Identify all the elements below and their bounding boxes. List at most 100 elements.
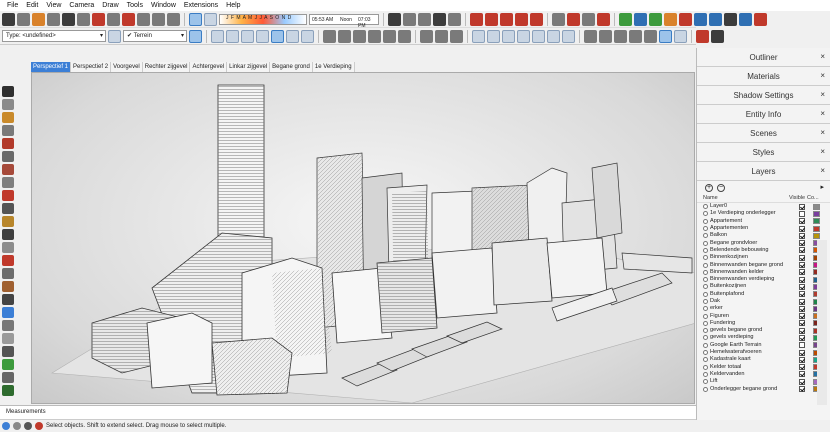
layer-select[interactable]: ✔ Terrein ▾ xyxy=(123,30,187,42)
menu-draw[interactable]: Draw xyxy=(98,0,122,11)
layer-row[interactable]: Dak xyxy=(703,298,830,305)
visible-checkbox[interactable] xyxy=(799,225,805,232)
layer-color-swatch[interactable] xyxy=(813,232,820,239)
circle-icon[interactable] xyxy=(2,190,14,201)
scene-tab[interactable]: 1e Verdieping xyxy=(312,62,355,72)
layer-row[interactable]: Layer0 xyxy=(703,203,830,210)
panel-head-outliner[interactable]: Outliner × xyxy=(697,48,830,67)
active-layer-radio[interactable] xyxy=(703,335,708,341)
active-layer-radio[interactable] xyxy=(703,320,708,326)
select-tool-icon[interactable] xyxy=(2,12,15,26)
visible-checkbox[interactable] xyxy=(799,218,805,225)
active-layer-radio[interactable] xyxy=(703,233,708,239)
active-layer-radio[interactable] xyxy=(703,269,708,275)
scene-tab[interactable]: Perspectief 2 xyxy=(71,62,112,72)
display-section-icon[interactable] xyxy=(435,29,448,43)
shadow-toggle-icon[interactable] xyxy=(189,12,202,26)
shadow-date-slider[interactable]: J F M A M J J A S O N D xyxy=(219,13,307,25)
close-icon[interactable]: × xyxy=(820,166,825,175)
ruby-icon[interactable] xyxy=(754,12,767,26)
layer-row[interactable]: Keldervanden xyxy=(703,371,830,378)
scene-tab[interactable]: Voorgevel xyxy=(111,62,143,72)
solid-trim-icon[interactable] xyxy=(515,12,528,26)
rotated-rect-icon[interactable] xyxy=(2,177,14,188)
component-icon[interactable] xyxy=(388,12,401,26)
active-layer-radio[interactable] xyxy=(703,277,708,283)
eraser-icon[interactable] xyxy=(2,125,14,136)
match-photo-icon[interactable] xyxy=(696,29,709,43)
layer-pick-icon[interactable] xyxy=(108,29,121,43)
menu-view[interactable]: View xyxy=(42,0,65,11)
layer-row[interactable]: Hemelwaterafvoeren xyxy=(703,349,830,356)
measurements-box[interactable]: Measurements xyxy=(0,405,696,419)
visible-checkbox[interactable] xyxy=(799,269,805,276)
pin-icon[interactable] xyxy=(711,29,724,43)
close-icon[interactable]: × xyxy=(820,109,825,118)
model-viewport[interactable] xyxy=(31,72,695,404)
active-layer-radio[interactable] xyxy=(703,379,708,385)
add-location-icon[interactable] xyxy=(619,12,632,26)
active-layer-radio[interactable] xyxy=(703,371,708,377)
visible-checkbox[interactable] xyxy=(799,283,805,290)
tape-measure-icon[interactable] xyxy=(167,12,180,26)
offset-icon[interactable] xyxy=(2,307,14,318)
active-layer-radio[interactable] xyxy=(703,211,708,217)
rectangle-icon[interactable] xyxy=(2,164,14,175)
protractor-icon[interactable] xyxy=(614,29,627,43)
geo-terrain-icon[interactable] xyxy=(634,12,647,26)
select-icon[interactable] xyxy=(2,86,14,97)
sandbox-icon[interactable] xyxy=(552,12,565,26)
add-layer-icon[interactable]: + xyxy=(705,184,713,192)
visible-checkbox[interactable] xyxy=(799,349,805,356)
camera-position-icon[interactable] xyxy=(472,29,485,43)
visible-checkbox[interactable] xyxy=(799,356,805,363)
style-builder-icon[interactable] xyxy=(448,12,461,26)
shadow-time-slider[interactable]: 05:53 AM Noon 07:03 PM xyxy=(309,13,379,29)
outer-shell-icon[interactable] xyxy=(567,12,580,26)
arc-icon[interactable] xyxy=(77,12,90,26)
panel-head-entity-info[interactable]: Entity Info × xyxy=(697,105,830,124)
rotate-icon[interactable] xyxy=(122,12,135,26)
menu-window[interactable]: Window xyxy=(147,0,180,11)
layer-row[interactable]: Google Earth Terrain xyxy=(703,342,830,349)
offset-icon[interactable] xyxy=(152,12,165,26)
visible-checkbox[interactable] xyxy=(799,210,805,217)
entity-type-select[interactable]: Type: <undefined> ▾ xyxy=(2,30,106,42)
freehand-icon[interactable] xyxy=(2,151,14,162)
layout-icon[interactable] xyxy=(433,12,446,26)
text-icon[interactable] xyxy=(629,29,642,43)
visible-checkbox[interactable] xyxy=(799,232,805,239)
layer-details-icon[interactable]: ▸ xyxy=(820,183,824,191)
active-layer-radio[interactable] xyxy=(703,299,708,304)
paint-bucket-icon[interactable] xyxy=(32,12,45,26)
shaded-icon[interactable] xyxy=(271,29,284,43)
visible-checkbox[interactable] xyxy=(799,254,805,261)
front-view-icon[interactable] xyxy=(353,29,366,43)
zoom-icon[interactable] xyxy=(2,372,14,383)
visible-checkbox[interactable] xyxy=(799,305,805,312)
active-layer-radio[interactable] xyxy=(703,313,708,319)
panel-head-layers[interactable]: Layers × xyxy=(697,162,830,181)
protractor-icon[interactable] xyxy=(2,333,14,344)
layers-scrollbar[interactable] xyxy=(817,240,827,405)
visible-checkbox[interactable] xyxy=(799,386,805,393)
zoom-window-icon[interactable] xyxy=(517,29,530,43)
layer-row[interactable]: Figuren xyxy=(703,312,830,320)
visible-checkbox[interactable] xyxy=(799,313,805,320)
walk-icon[interactable] xyxy=(487,29,500,43)
col-visible[interactable]: Visible xyxy=(787,195,807,202)
visible-checkbox[interactable] xyxy=(799,262,805,269)
pan-icon[interactable] xyxy=(2,359,14,370)
layer-row[interactable]: Kelder totaal xyxy=(703,364,830,371)
scale-icon[interactable] xyxy=(2,294,14,305)
paint-icon[interactable] xyxy=(2,112,14,123)
solid-tools-icon[interactable] xyxy=(597,12,610,26)
visible-checkbox[interactable] xyxy=(799,298,805,305)
panel-head-materials[interactable]: Materials × xyxy=(697,67,830,86)
push-pull-icon[interactable] xyxy=(92,12,105,26)
close-icon[interactable]: × xyxy=(820,147,825,156)
close-icon[interactable]: × xyxy=(820,71,825,80)
credits-icon[interactable] xyxy=(13,422,21,430)
layer-row[interactable]: Buitenkozijnen xyxy=(703,283,830,290)
scene-tab[interactable]: Rechter zijgevel xyxy=(142,62,191,72)
